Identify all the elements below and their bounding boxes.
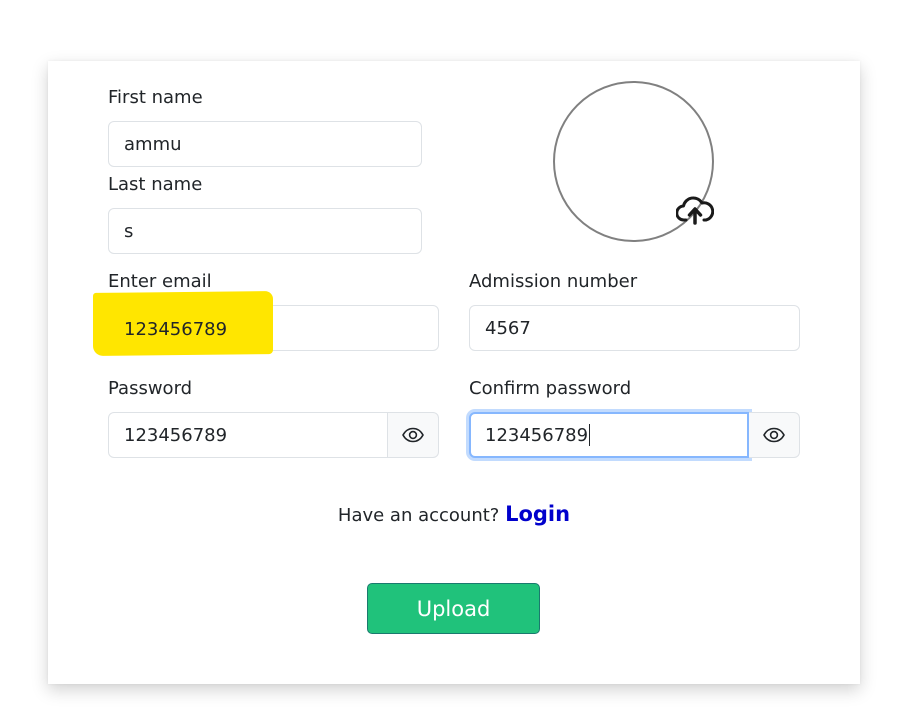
first-name-value: ammu (124, 133, 182, 155)
login-link[interactable]: Login (505, 502, 570, 526)
eye-icon (402, 427, 424, 443)
admission-number-input[interactable]: 4567 (469, 305, 800, 351)
registration-card: First name ammu Last name s Enter email … (48, 61, 860, 684)
text-cursor (589, 424, 591, 446)
first-name-label: First name (108, 87, 203, 108)
eye-icon (763, 427, 785, 443)
confirm-password-label: Confirm password (469, 378, 632, 399)
admission-number-value: 4567 (485, 317, 531, 339)
account-prompt-text: Have an account? (337, 505, 500, 526)
password-value: 123456789 (124, 424, 228, 446)
password-input[interactable]: 123456789 (108, 412, 388, 458)
password-label: Password (108, 378, 193, 399)
last-name-input[interactable]: s (108, 208, 422, 254)
password-toggle-button[interactable] (388, 412, 439, 458)
email-label: Enter email (108, 271, 212, 292)
admission-number-label: Admission number (469, 271, 638, 292)
account-prompt: Have an account? Login (48, 502, 860, 526)
first-name-input[interactable]: ammu (108, 121, 422, 167)
last-name-label: Last name (108, 174, 203, 195)
confirm-password-toggle-button[interactable] (749, 412, 800, 458)
confirm-password-value: 123456789 (485, 424, 589, 446)
upload-button[interactable]: Upload (367, 583, 540, 634)
yellow-highlight-mark (93, 291, 273, 356)
cloud-upload-icon[interactable] (676, 195, 714, 225)
last-name-value: s (124, 220, 134, 242)
confirm-password-input[interactable]: 123456789 (469, 412, 749, 458)
